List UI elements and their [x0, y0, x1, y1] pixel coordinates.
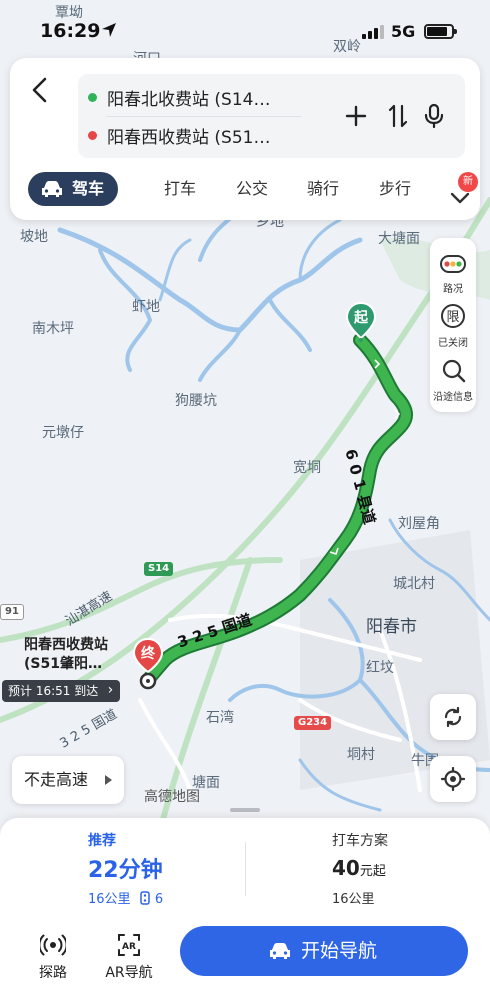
add-waypoint-icon[interactable]	[342, 102, 370, 130]
taxi-distance: 16公里	[332, 892, 375, 907]
new-badge: 新	[458, 172, 478, 192]
map-tools-panel: 路况 限 已关闭 沿途信息	[430, 238, 476, 412]
along-route-label: 沿途信息	[433, 392, 473, 403]
place-label: 石湾	[206, 710, 234, 726]
location-arrow-icon	[102, 23, 116, 37]
recommended-plan[interactable]: 推荐 22分钟 16公里 6	[10, 818, 245, 914]
microphone-icon[interactable]	[420, 102, 448, 130]
destination-callout[interactable]: 阳春西收费站 (S51肇阳…	[24, 636, 108, 674]
destination-field[interactable]: 阳春西收费站 (S51…	[88, 120, 270, 150]
tab-walk[interactable]: 步行	[379, 172, 411, 206]
car-icon	[270, 943, 290, 959]
taxi-price-unit: 元起	[359, 864, 386, 879]
origin-dot-icon	[88, 92, 97, 102]
route-card: 阳春北收费站 (S14… 阳春西收费站 (S51… 驾车 打车 公交 骑行 步行	[10, 58, 480, 220]
tab-drive-label: 驾车	[72, 179, 105, 198]
origin-field[interactable]: 阳春北收费站 (S14…	[88, 82, 270, 112]
tab-bike[interactable]: 骑行	[307, 172, 339, 206]
explore-route-button[interactable]: 探路	[18, 926, 88, 982]
place-label: 大塘面	[378, 231, 420, 247]
eta-pill[interactable]: 预计 16:51 到达	[2, 679, 121, 702]
travel-mode-tabs: 驾车 打车 公交 骑行 步行	[28, 172, 478, 208]
place-label: 元墩仔	[42, 425, 84, 441]
traffic-light-icon	[440, 255, 466, 273]
destination-label: 阳春西收费站 (S51…	[107, 127, 271, 148]
plan-meta: 16公里 6	[88, 888, 163, 907]
tab-drive[interactable]: 驾车	[28, 172, 119, 206]
place-label: 狗腰坑	[175, 393, 217, 409]
tab-taxi[interactable]: 打车	[164, 172, 196, 206]
refresh-route-button[interactable]	[430, 694, 476, 740]
restriction-toggle[interactable]: 限 已关闭	[430, 298, 476, 354]
plan-lights: 6	[154, 892, 164, 907]
battery-icon	[424, 24, 457, 39]
place-label: 虾地	[132, 299, 160, 315]
svg-text:AR: AR	[122, 942, 136, 952]
place-label: 红坟	[366, 660, 394, 676]
avoid-highway-label: 不走高速	[24, 770, 89, 789]
crosshair-icon	[441, 767, 465, 791]
explore-label: 探路	[39, 965, 67, 981]
back-icon[interactable]	[28, 75, 54, 105]
place-label: 坡地	[20, 229, 48, 245]
network-type: 5G	[391, 22, 416, 41]
status-time: 16:29	[40, 20, 101, 42]
traffic-light-count-icon	[139, 891, 150, 905]
plan-tag: 推荐	[88, 833, 116, 849]
refresh-icon	[444, 706, 462, 728]
end-marker[interactable]: 终	[132, 637, 164, 690]
place-label: 刘屋角	[398, 516, 440, 532]
start-navigation-label: 开始导航	[300, 940, 377, 962]
status-bar: 16:29 5G	[0, 0, 490, 60]
road-badge: S14	[144, 562, 174, 576]
tab-transit[interactable]: 公交	[236, 172, 268, 206]
locate-me-button[interactable]	[430, 756, 476, 802]
plan-divider	[245, 842, 246, 896]
taxi-price: 40元起	[332, 856, 386, 880]
place-label-city: 阳春市	[366, 617, 417, 637]
traffic-label: 路况	[443, 284, 463, 295]
along-route-button[interactable]: 沿途信息	[430, 352, 476, 408]
svg-text:限: 限	[446, 310, 459, 325]
signal-icon	[362, 25, 384, 39]
end-marker-label: 终	[141, 646, 155, 662]
taxi-plan[interactable]: 打车方案 40元起 16公里	[330, 818, 480, 914]
destination-callout-name: 阳春西收费站	[24, 637, 108, 653]
plan-distance: 16公里	[88, 892, 131, 907]
start-navigation-button[interactable]: 开始导航	[180, 926, 468, 976]
traffic-toggle[interactable]: 路况	[430, 244, 476, 300]
taxi-tag: 打车方案	[332, 833, 388, 849]
ar-icon: AR	[118, 934, 140, 956]
start-marker[interactable]: 起	[345, 301, 377, 342]
place-label: 南木坪	[32, 321, 74, 337]
road-badge: G234	[294, 716, 332, 730]
sheet-drag-handle[interactable]	[230, 808, 260, 812]
destination-dot-icon	[88, 130, 97, 140]
ar-nav-label: AR导航	[105, 965, 153, 981]
search-icon	[442, 359, 466, 383]
ar-navigation-button[interactable]: AR AR导航	[94, 926, 164, 982]
car-icon	[42, 181, 62, 197]
place-label: 城北村	[393, 576, 435, 592]
plan-duration: 22分钟	[88, 858, 163, 883]
restriction-label: 已关闭	[438, 338, 468, 349]
avoid-highway-button[interactable]: 不走高速	[12, 756, 124, 804]
swap-icon[interactable]	[384, 102, 412, 130]
origin-label: 阳春北收费站 (S14…	[107, 89, 271, 110]
route-endpoints: 阳春北收费站 (S14… 阳春西收费站 (S51…	[78, 74, 465, 158]
place-label: 宽垌	[293, 460, 321, 476]
endpoint-divider	[106, 116, 301, 117]
play-triangle-icon	[105, 775, 112, 785]
road-badge: 91	[0, 604, 24, 620]
place-label: 垌村	[347, 747, 375, 763]
start-marker-label: 起	[354, 310, 368, 326]
restriction-icon: 限	[441, 304, 465, 328]
route-plans-sheet: 推荐 22分钟 16公里 6 打车方案 40元起 16公里 探路 AR AR导航…	[0, 818, 490, 1000]
taxi-price-value: 40	[332, 856, 360, 880]
destination-callout-name-2: (S51肇阳…	[24, 656, 102, 672]
map-watermark: 高德地图	[144, 789, 200, 805]
radar-icon	[40, 934, 66, 956]
